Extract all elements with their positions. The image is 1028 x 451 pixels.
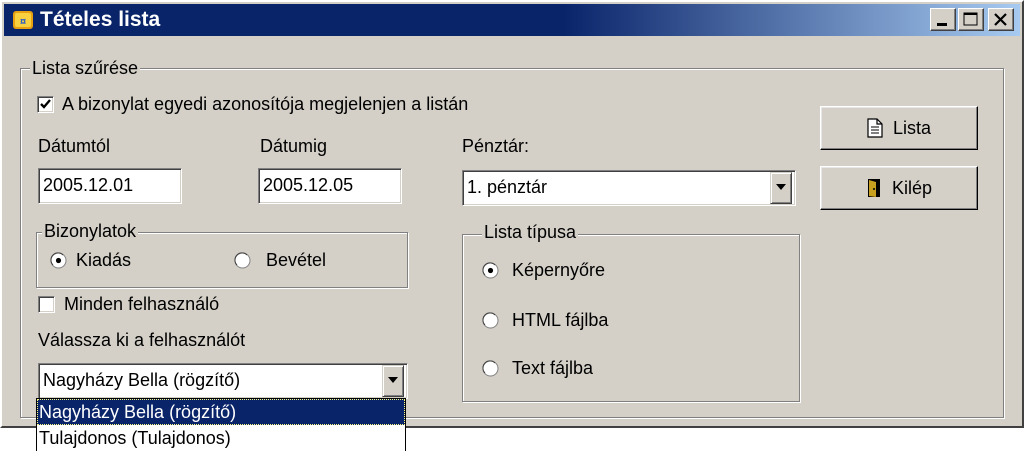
radio-text[interactable] xyxy=(482,360,499,377)
user-dropdown-button[interactable] xyxy=(382,365,404,397)
document-icon xyxy=(867,118,883,138)
list-button-label: Lista xyxy=(892,117,932,138)
radio-screen[interactable] xyxy=(482,262,499,279)
documents-group-label: Bizonylatok xyxy=(42,221,139,241)
list-type-group-label: Lista típusa xyxy=(482,222,579,242)
window-title: Tételes lista xyxy=(40,8,161,31)
radio-html[interactable] xyxy=(482,312,499,329)
exit-button-label: Kilép xyxy=(891,177,933,198)
title-bar[interactable]: ¤ Tételes lista xyxy=(4,4,1020,36)
show-id-label: A bizonylat egyedi azonosítója megjelenj… xyxy=(62,94,469,114)
radio-screen-label: Képernyőre xyxy=(512,260,606,280)
chevron-down-icon xyxy=(388,377,398,383)
radio-kiadas[interactable] xyxy=(50,252,67,269)
all-users-label: Minden felhasználó xyxy=(64,294,220,314)
door-exit-icon xyxy=(867,179,880,197)
svg-text:¤: ¤ xyxy=(20,16,26,28)
close-icon xyxy=(994,13,1007,26)
show-id-checkbox[interactable] xyxy=(37,96,54,113)
radio-bevetel[interactable] xyxy=(234,252,251,269)
checkmark-icon xyxy=(40,99,51,109)
chevron-down-icon xyxy=(776,184,786,190)
radio-html-label: HTML fájlba xyxy=(512,310,609,330)
close-button[interactable] xyxy=(988,8,1014,31)
radio-kiadas-label: Kiadás xyxy=(76,250,132,270)
user-option[interactable]: Tulajdonos (Tulajdonos) xyxy=(37,425,405,451)
maximize-button[interactable] xyxy=(958,8,984,31)
maximize-icon xyxy=(963,12,978,26)
app-icon: ¤ xyxy=(12,9,34,31)
user-dropdown-list: Nagyházy Bella (rögzítő) Tulajdonos (Tul… xyxy=(36,398,406,451)
date-from-input[interactable]: 2005.12.01 xyxy=(38,168,182,204)
choose-user-label: Válassza ki a felhasználót xyxy=(38,330,246,350)
radio-text-label: Text fájlba xyxy=(512,358,594,378)
minimize-icon xyxy=(937,23,947,26)
list-button[interactable]: Lista xyxy=(820,106,978,150)
filter-group-label: Lista szűrése xyxy=(30,58,141,78)
minimize-button[interactable] xyxy=(930,8,956,31)
date-from-label: Dátumtól xyxy=(38,136,111,156)
all-users-checkbox[interactable] xyxy=(38,296,55,313)
radio-bevetel-label: Bevétel xyxy=(266,250,327,270)
cashdesk-value: 1. pénztár xyxy=(467,177,548,197)
user-option[interactable]: Nagyházy Bella (rögzítő) xyxy=(37,399,405,425)
app-window: ¤ Tételes lista Lista szűrése A bizonyla… xyxy=(0,0,1024,428)
user-select[interactable]: Nagyházy Bella (rögzítő) xyxy=(38,363,408,399)
cashdesk-select[interactable]: 1. pénztár xyxy=(462,170,796,206)
cashdesk-label: Pénztár: xyxy=(462,136,530,156)
cashdesk-dropdown-button[interactable] xyxy=(770,172,792,204)
date-to-input[interactable]: 2005.12.05 xyxy=(258,168,402,204)
user-value: Nagyházy Bella (rögzítő) xyxy=(43,370,241,390)
exit-button[interactable]: Kilép xyxy=(820,166,978,210)
date-to-label: Dátumig xyxy=(260,136,328,156)
